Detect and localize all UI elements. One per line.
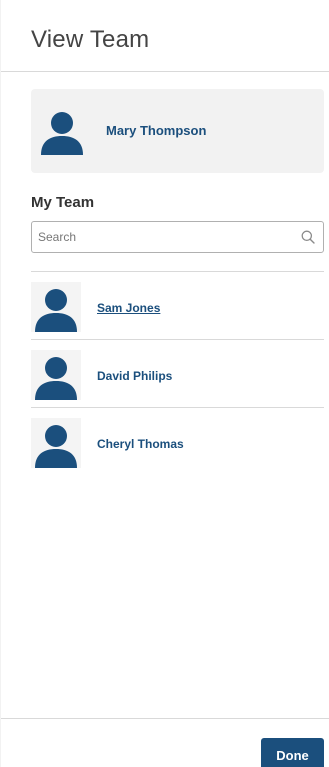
team-member-list: Sam Jones David Philips Cheryl Thomas (31, 271, 324, 475)
search-input[interactable] (32, 222, 292, 252)
team-member-row[interactable]: Sam Jones (31, 272, 324, 339)
team-member-name[interactable]: David Philips (97, 369, 172, 383)
search-icon[interactable] (301, 230, 315, 244)
person-icon (31, 418, 81, 468)
panel-footer: Done (1, 718, 329, 767)
team-member-row[interactable]: David Philips (31, 340, 324, 407)
person-icon (37, 105, 87, 155)
current-user-card: Mary Thompson (31, 89, 324, 173)
person-icon (31, 282, 81, 332)
page-title: View Team (31, 26, 150, 53)
team-member-name[interactable]: Cheryl Thomas (97, 437, 184, 451)
current-user-name[interactable]: Mary Thompson (106, 123, 206, 138)
view-team-panel: View Team Mary Thompson My Team Search S… (0, 0, 329, 767)
panel-header: View Team (1, 0, 329, 72)
team-member-name[interactable]: Sam Jones (97, 301, 160, 315)
done-button[interactable]: Done (261, 738, 324, 767)
person-icon (31, 350, 81, 400)
team-member-row[interactable]: Cheryl Thomas (31, 408, 324, 475)
my-team-heading: My Team (31, 194, 95, 211)
search-box[interactable] (31, 221, 324, 253)
